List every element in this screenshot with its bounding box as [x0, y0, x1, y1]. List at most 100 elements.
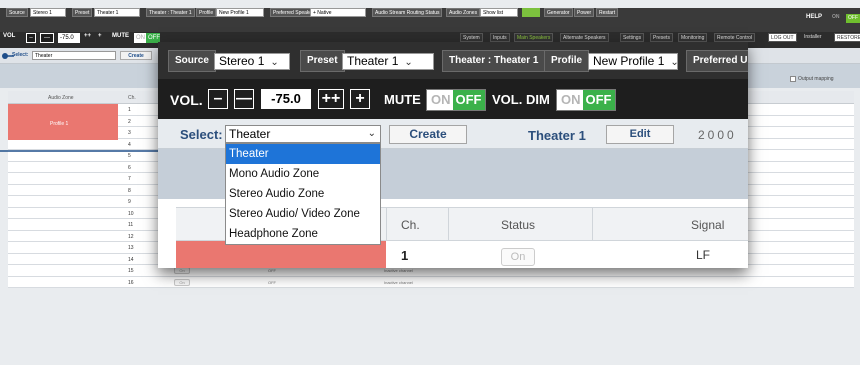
chevron-down-icon: ⌄: [670, 57, 679, 68]
zoom-profile-label: Profile: [544, 50, 590, 72]
zoom-signal-header: Signal: [691, 218, 725, 232]
audio-stream-label: Audio Stream Routing Status: [372, 8, 443, 17]
vol-minus-button[interactable]: –: [26, 33, 36, 43]
channel-number: 14: [128, 256, 134, 263]
restart-button[interactable]: Restart: [596, 8, 619, 17]
zone-select[interactable]: Theater: [32, 51, 116, 60]
help-on-label: ON: [832, 14, 840, 20]
vol-plus-plus-button[interactable]: ++: [84, 33, 91, 39]
zoom-select-label: Select:: [180, 127, 223, 142]
audio-zones-label: Audio Zones: [446, 8, 481, 17]
tab-alternate-speakers[interactable]: Alternate Speakers: [560, 33, 609, 42]
zone-dropdown-list: Theater Mono Audio Zone Stereo Audio Zon…: [225, 143, 381, 245]
zoom-row-signal: LF: [696, 248, 711, 262]
channel-number: 8: [128, 187, 131, 194]
zoom-theater-label: Theater : Theater 1: [442, 50, 546, 72]
ch-header: Ch.: [128, 95, 136, 101]
help-link[interactable]: HELP: [806, 14, 822, 20]
logout-button[interactable]: LOG OUT: [768, 33, 797, 42]
output-mapping-checkbox[interactable]: [790, 76, 796, 82]
zoom-preset-select[interactable]: Theater 1 ⌄: [342, 53, 434, 70]
zoom-edit-button[interactable]: Edit: [606, 125, 674, 144]
tab-main-speakers[interactable]: Main Speakers: [514, 33, 554, 42]
zoom-zone-select[interactable]: Theater ⌄: [225, 125, 381, 143]
vol-plus-button[interactable]: +: [98, 33, 102, 39]
dim-off-option[interactable]: OFF: [582, 90, 615, 110]
channel-number: 4: [128, 141, 131, 148]
zoom-zone-number: 2000: [698, 128, 737, 142]
tab-settings[interactable]: Settings: [620, 33, 645, 42]
profile-select[interactable]: New Profile 1: [216, 8, 264, 17]
channel-number: 1: [128, 107, 131, 113]
zoom-source-select[interactable]: Stereo 1 ⌄: [214, 53, 290, 70]
tab-system[interactable]: System: [460, 33, 483, 42]
dropdown-option-theater[interactable]: Theater: [226, 144, 380, 164]
tab-remote-control[interactable]: Remote Control: [714, 33, 756, 42]
installer-link[interactable]: Installer: [802, 33, 824, 42]
dropdown-option-headphone-zone[interactable]: Headphone Zone: [226, 224, 380, 244]
channel-number: 2: [128, 118, 131, 125]
zoom-ch-header: Ch.: [401, 218, 420, 232]
channel-inactive-text: Inactive channel: [384, 279, 413, 285]
zoom-vol-plus-plus-button[interactable]: ++: [318, 89, 344, 109]
channel-number: 12: [128, 233, 134, 240]
help-off-toggle[interactable]: OFF: [846, 14, 860, 23]
output-mapping-label: Output mapping: [798, 76, 834, 82]
channel-number: 16: [128, 279, 134, 286]
audio-zones-select[interactable]: Show list: [480, 8, 518, 17]
preferred-select[interactable]: + Native: [310, 8, 366, 17]
dropdown-option-stereo-audio-zone[interactable]: Stereo Audio Zone: [226, 184, 380, 204]
channel-number: 13: [128, 245, 134, 251]
preset-select[interactable]: Theater 1: [94, 8, 140, 17]
zoom-row-on-button[interactable]: On: [501, 248, 535, 266]
zoom-callout: Source Stereo 1 ⌄ Preset Theater 1 ⌄ Theat…: [158, 42, 748, 268]
zoom-vol-value[interactable]: -75.0: [261, 89, 311, 109]
audio-zone-name: Profile 1: [50, 121, 69, 127]
theater-label: Theater : Theater 1: [146, 8, 195, 17]
zoom-vol-minus-button[interactable]: –: [208, 89, 228, 109]
table-row: [8, 276, 854, 288]
chevron-down-icon: ⌄: [270, 57, 279, 68]
zoom-preset-label: Preset: [300, 50, 345, 72]
channel-number: 7: [128, 176, 131, 182]
channel-number: 6: [128, 164, 131, 171]
tab-monitoring[interactable]: Monitoring: [678, 33, 708, 42]
zoom-audio-zone-cell[interactable]: [176, 241, 386, 268]
zoom-vol-minus-minus-button[interactable]: —: [234, 89, 254, 109]
power-button[interactable]: Power: [574, 8, 595, 17]
dropdown-option-stereo-audio-video-zone[interactable]: Stereo Audio/ Video Zone: [226, 204, 380, 224]
vol-value[interactable]: -75.0: [58, 33, 80, 43]
generator-button[interactable]: Generator: [544, 8, 573, 17]
channel-status-text: OFF: [268, 268, 276, 273]
zoom-status-header: Status: [501, 218, 536, 232]
mute-off-option[interactable]: OFF: [452, 90, 485, 110]
zoom-vol-plus-button[interactable]: +: [350, 89, 370, 109]
create-button[interactable]: Create: [120, 51, 152, 60]
dim-on-option[interactable]: ON: [557, 92, 583, 107]
zoom-vol-dim-toggle[interactable]: ON OFF: [556, 89, 616, 111]
channel-number: 9: [128, 199, 131, 205]
zoom-source-label: Source: [168, 50, 216, 72]
vol-minus-minus-button[interactable]: —: [40, 33, 54, 43]
mute-on-option[interactable]: ON: [427, 92, 453, 107]
zoom-mute-toggle[interactable]: ON OFF: [426, 89, 486, 111]
channel-on-button[interactable]: On: [174, 278, 190, 286]
source-select[interactable]: Stereo 1: [30, 8, 66, 17]
channel-on-button[interactable]: On: [174, 267, 190, 274]
source-label: Source: [6, 8, 28, 17]
tab-presets[interactable]: Presets: [650, 33, 673, 42]
profile-label: Profile: [196, 8, 217, 17]
dropdown-option-mono-audio-zone[interactable]: Mono Audio Zone: [226, 164, 380, 184]
chevron-down-icon: ⌄: [404, 57, 413, 68]
zoom-vol-dim-label: VOL. DIM: [492, 92, 550, 107]
zoom-profile-select[interactable]: New Profile 1 ⌄: [588, 53, 679, 70]
channel-number: 15: [128, 268, 134, 274]
channel-status-text: OFF: [268, 279, 276, 285]
channel-number: 5: [128, 153, 131, 159]
zoom-create-button[interactable]: Create: [389, 125, 467, 144]
restore-button[interactable]: RESTORE: [834, 33, 860, 42]
channel-number: 10: [128, 210, 134, 217]
mute-label: MUTE: [112, 33, 129, 39]
tab-inputs[interactable]: Inputs: [490, 33, 510, 42]
mute-on-label[interactable]: ON: [134, 33, 146, 43]
